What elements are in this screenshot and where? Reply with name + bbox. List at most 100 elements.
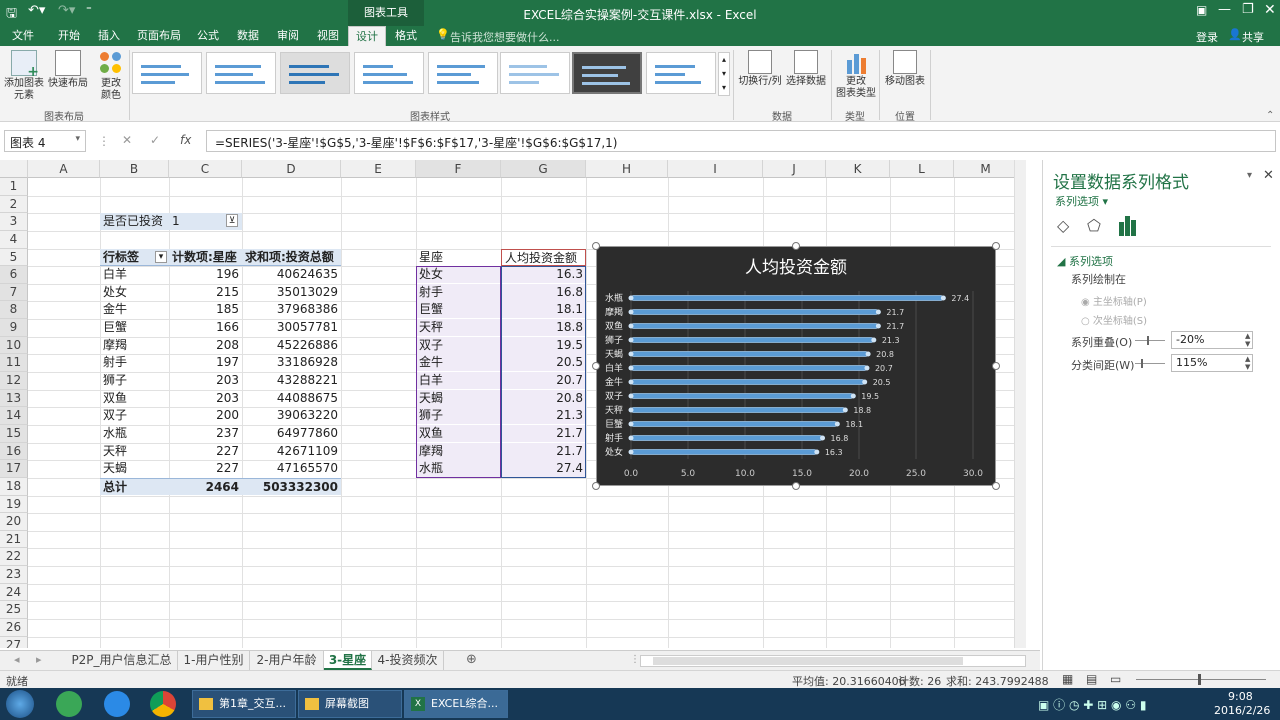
tab-page-layout[interactable]: 页面布局	[132, 26, 186, 46]
tab-insert[interactable]: 插入	[90, 26, 128, 46]
taskbar-excel[interactable]: X EXCEL综合...	[404, 690, 508, 718]
collapse-ribbon-icon[interactable]: ⌃	[1266, 110, 1274, 121]
insert-function-icon[interactable]: fx	[180, 133, 191, 147]
row-header-18[interactable]: 18	[0, 477, 28, 496]
gap-width-input[interactable]: 115%	[1171, 354, 1253, 372]
row-header-22[interactable]: 22	[0, 548, 28, 567]
row-header-17[interactable]: 17	[0, 460, 28, 478]
pivot-total-0[interactable]: 总计	[100, 477, 169, 495]
column-header-L[interactable]: L	[890, 160, 954, 178]
chart-style-5[interactable]	[428, 52, 498, 94]
formula-input[interactable]: =SERIES('3-星座'!$G$5,'3-星座'!$F$6:$F$17,'3…	[206, 130, 1276, 152]
overlap-slider[interactable]	[1135, 340, 1165, 341]
filter-dropdown-icon[interactable]: ⊻	[226, 214, 238, 228]
360-browser-icon[interactable]	[56, 691, 82, 717]
pivot-row-count[interactable]: 197	[169, 354, 242, 371]
horizontal-scrollbar[interactable]	[640, 655, 1026, 667]
styles-scroll[interactable]: ▴ ▾ ▾	[718, 52, 730, 96]
column-header-F[interactable]: F	[416, 160, 501, 178]
row-header-11[interactable]: 11	[0, 354, 28, 373]
chrome-icon[interactable]	[150, 691, 176, 717]
row-header-7[interactable]: 7	[0, 283, 28, 302]
pivot-row-count[interactable]: 203	[169, 372, 242, 389]
pivot-row-sum[interactable]: 64977860	[242, 425, 341, 442]
pivot-row-label[interactable]: 金牛	[100, 301, 169, 318]
pane-close-icon[interactable]: ✕	[1263, 168, 1274, 183]
pivot-row-label[interactable]: 处女	[100, 284, 169, 301]
move-chart-button[interactable]: 移动图表	[882, 50, 928, 88]
pivot-row-count[interactable]: 166	[169, 319, 242, 336]
sheet-tab-constellation[interactable]: 3-星座	[324, 651, 372, 670]
row-header-20[interactable]: 20	[0, 513, 28, 531]
chart-style-4[interactable]	[354, 52, 424, 94]
pivot-row-sum[interactable]: 45226886	[242, 337, 341, 354]
page-layout-view-icon[interactable]: ▤	[1086, 672, 1097, 686]
pivot-row-count[interactable]: 203	[169, 390, 242, 407]
column-header-C[interactable]: C	[169, 160, 242, 178]
column-header-D[interactable]: D	[242, 160, 341, 178]
close-icon[interactable]: ✕	[1264, 2, 1276, 18]
chart-resize-handle[interactable]	[992, 362, 1000, 370]
row-header-25[interactable]: 25	[0, 601, 28, 619]
pivot-row-label[interactable]: 双子	[100, 407, 169, 424]
row-header-14[interactable]: 14	[0, 407, 28, 425]
tab-formulas[interactable]: 公式	[190, 26, 226, 46]
chart-resize-handle[interactable]	[592, 242, 600, 250]
column-header-B[interactable]: B	[100, 160, 169, 178]
tab-review[interactable]: 审阅	[270, 26, 306, 46]
row-header-27[interactable]: 27	[0, 636, 28, 648]
pivot-row-label[interactable]: 巨蟹	[100, 319, 169, 336]
minimize-icon[interactable]: —	[1218, 2, 1231, 17]
column-header-G[interactable]: G	[501, 160, 586, 178]
vertical-scrollbar[interactable]	[1014, 160, 1026, 648]
column-header-K[interactable]: K	[826, 160, 890, 178]
column-header-J[interactable]: J	[763, 160, 826, 178]
row-header-2[interactable]: 2	[0, 195, 28, 214]
series-options-dropdown[interactable]: 系列选项 ▾	[1055, 193, 1108, 209]
taskbar-folder-1[interactable]: 第1章_交互...	[192, 690, 296, 718]
tab-file[interactable]: 文件	[0, 26, 46, 46]
pivot-row-count[interactable]: 196	[169, 266, 242, 283]
row-header-13[interactable]: 13	[0, 389, 28, 408]
series-options-icon[interactable]	[1117, 216, 1139, 236]
pivot-filter-label[interactable]: 是否已投资	[100, 213, 169, 231]
sheet-prev-icon[interactable]: ◂	[14, 653, 20, 666]
sheet-next-icon[interactable]: ▸	[36, 653, 42, 666]
tab-data[interactable]: 数据	[230, 26, 266, 46]
name-box[interactable]: 图表 4 ▾	[4, 130, 86, 152]
zoom-slider[interactable]	[1136, 679, 1266, 680]
pivot-row-sum[interactable]: 35013029	[242, 284, 341, 301]
pivot-row-label[interactable]: 双鱼	[100, 390, 169, 407]
row-header-16[interactable]: 16	[0, 442, 28, 461]
chart-resize-handle[interactable]	[992, 482, 1000, 490]
row-header-1[interactable]: 1	[0, 178, 28, 196]
start-button[interactable]	[6, 690, 34, 718]
row-header-24[interactable]: 24	[0, 583, 28, 602]
login-link[interactable]: 登录	[1196, 29, 1218, 45]
column-header-H[interactable]: H	[586, 160, 668, 178]
overlap-slider-thumb[interactable]	[1147, 336, 1149, 345]
pivot-row-sum[interactable]: 40624635	[242, 266, 341, 283]
pane-options-icon[interactable]: ▾	[1247, 170, 1252, 181]
add-chart-element-button[interactable]: + 添加图表 元素	[2, 50, 46, 102]
chart-style-7-selected[interactable]	[572, 52, 642, 94]
pivot-row-label[interactable]: 天蝎	[100, 460, 169, 477]
pivot-row-sum[interactable]: 42671109	[242, 443, 341, 460]
pivot-row-count[interactable]: 227	[169, 460, 242, 477]
chart-style-6[interactable]	[500, 52, 570, 94]
sheet-tab-summary[interactable]: P2P_用户信息汇总	[66, 651, 178, 670]
pivot-row-count[interactable]: 200	[169, 407, 242, 424]
row-header-5[interactable]: 5	[0, 248, 28, 267]
share-icon[interactable]: 👤	[1228, 28, 1242, 41]
pivot-header-0[interactable]: 行标签 ▾	[100, 248, 169, 266]
pivot-row-sum[interactable]: 39063220	[242, 407, 341, 424]
pivot-row-count[interactable]: 185	[169, 301, 242, 318]
chart-style-1[interactable]	[132, 52, 202, 94]
restore-icon[interactable]: ❐	[1242, 2, 1254, 17]
row-label-filter-icon[interactable]: ▾	[155, 250, 167, 263]
row-header-19[interactable]: 19	[0, 495, 28, 514]
row-header-26[interactable]: 26	[0, 619, 28, 637]
chart-style-3[interactable]	[280, 52, 350, 94]
row-header-21[interactable]: 21	[0, 530, 28, 549]
quick-layout-button[interactable]: 快速布局	[46, 50, 90, 90]
